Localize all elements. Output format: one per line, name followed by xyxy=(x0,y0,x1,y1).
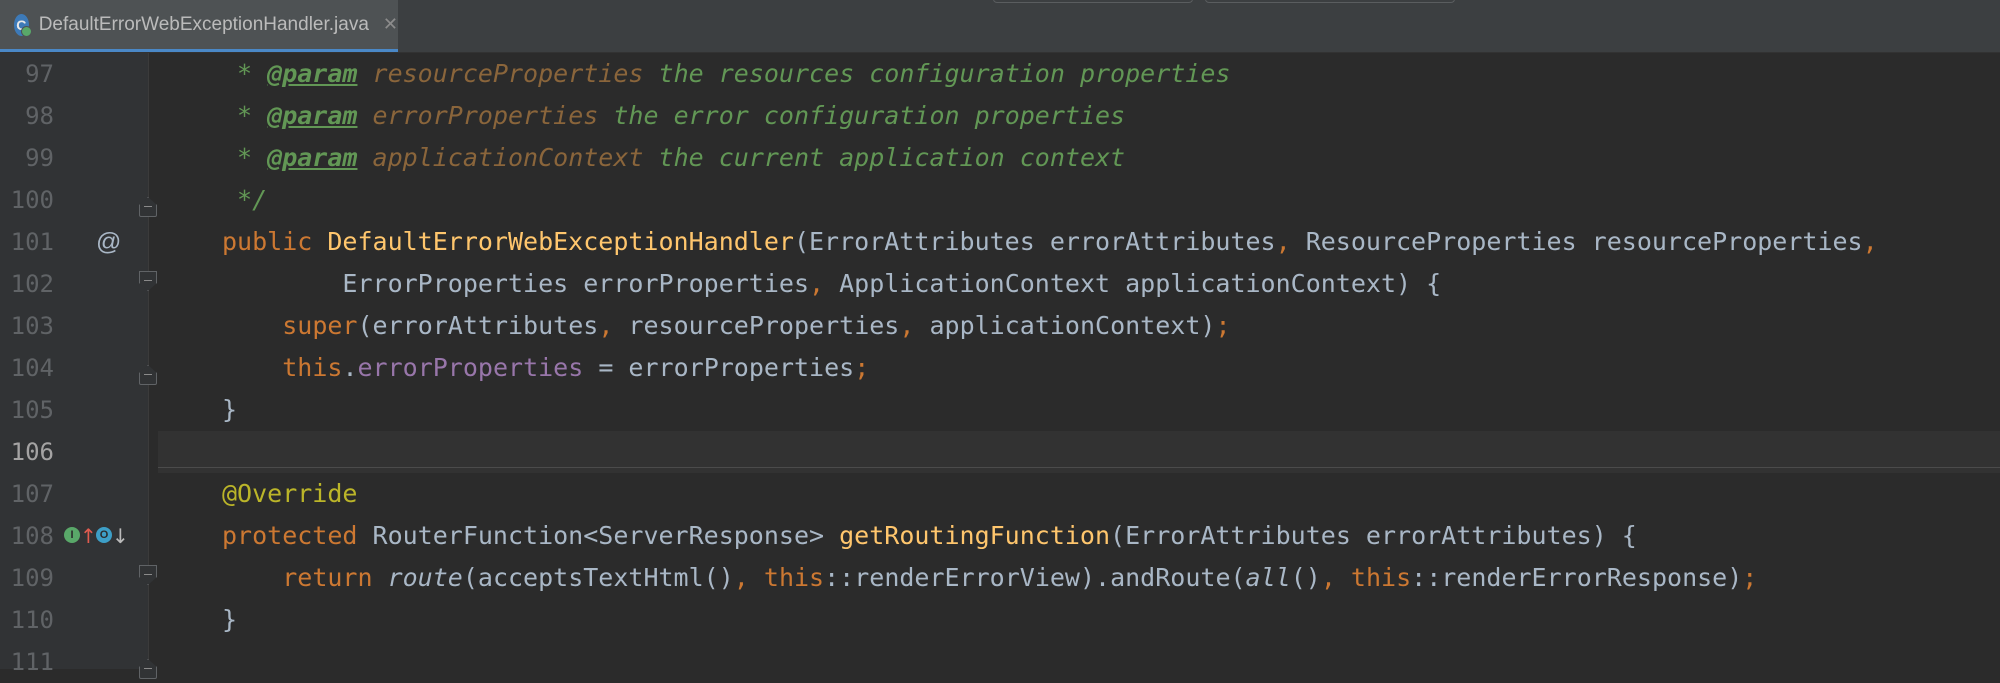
code-text: public DefaultErrorWebExceptionHandler(E… xyxy=(222,227,1878,256)
line-number: 97 xyxy=(25,60,54,88)
code-text: ErrorProperties errorProperties, Applica… xyxy=(342,269,1442,298)
code-editor[interactable]: 97 * @param resourceProperties the resou… xyxy=(0,53,2000,679)
tab-label: DefaultErrorWebExceptionHandler.java xyxy=(38,13,369,35)
code-text: * @param applicationContext the current … xyxy=(222,143,1126,172)
line-number: 98 xyxy=(25,102,54,130)
line-number: 109 xyxy=(10,564,54,592)
code-line: 104 this.errorProperties = errorProperti… xyxy=(0,347,2000,389)
overriding-method-icon[interactable]: O xyxy=(96,527,112,543)
toolbar-field[interactable] xyxy=(1205,0,1455,3)
close-icon[interactable]: ✕ xyxy=(383,14,398,35)
code-line: 99 * @param applicationContext the curre… xyxy=(0,137,2000,179)
code-text: } xyxy=(222,605,238,634)
toolbar-field[interactable] xyxy=(993,0,1193,3)
code-text: * @param resourceProperties the resource… xyxy=(222,59,1231,88)
line-number: 99 xyxy=(25,144,54,172)
code-line: 108 I ↑ O ↓ protected RouterFunction<Ser… xyxy=(0,515,2000,557)
code-text: @Override xyxy=(222,479,358,508)
code-line: 102 ErrorProperties errorProperties, App… xyxy=(0,263,2000,305)
annotation-marker-icon[interactable]: @ xyxy=(96,221,121,263)
code-line: 98 * @param errorProperties the error co… xyxy=(0,95,2000,137)
line-number: 103 xyxy=(10,312,54,340)
code-line: 103 super(errorAttributes, resourcePrope… xyxy=(0,305,2000,347)
code-line: 111 xyxy=(0,641,2000,683)
line-number: 106 xyxy=(10,438,54,466)
code-line: 97 * @param resourceProperties the resou… xyxy=(0,53,2000,95)
line-number: 105 xyxy=(10,396,54,424)
code-text: */ xyxy=(222,185,268,214)
line-number: 107 xyxy=(10,480,54,508)
java-class-icon: C xyxy=(14,13,32,37)
down-arrow-icon: ↓ xyxy=(112,524,129,548)
code-line: 110 } xyxy=(0,599,2000,641)
up-arrow-icon: ↑ xyxy=(80,524,97,548)
line-number: 102 xyxy=(10,270,54,298)
line-number: 100 xyxy=(10,186,54,214)
code-text: * @param errorProperties the error confi… xyxy=(222,101,1126,130)
line-number: 111 xyxy=(10,648,54,676)
code-line: 106 xyxy=(0,431,2000,473)
tab-default-error-web-exception-handler[interactable]: C DefaultErrorWebExceptionHandler.java ✕ xyxy=(0,0,398,52)
implementing-method-icon[interactable]: I xyxy=(64,527,80,543)
code-text: return route(acceptsTextHtml(), this::re… xyxy=(282,563,1758,592)
code-text: this.errorProperties = errorProperties; xyxy=(282,353,870,382)
code-line: 109 return route(acceptsTextHtml(), this… xyxy=(0,557,2000,599)
editor-tab-bar: C DefaultErrorWebExceptionHandler.java ✕ xyxy=(0,0,2000,53)
code-line: 100 */ xyxy=(0,179,2000,221)
line-number: 108 xyxy=(10,522,54,550)
code-text: super(errorAttributes, resourcePropertie… xyxy=(282,311,1231,340)
code-line: 105 } xyxy=(0,389,2000,431)
line-number: 104 xyxy=(10,354,54,382)
code-text: } xyxy=(222,395,238,424)
line-number: 110 xyxy=(10,606,54,634)
line-number: 101 xyxy=(10,228,54,256)
code-text: protected RouterFunction<ServerResponse>… xyxy=(222,521,1637,550)
code-line: 101 @ public DefaultErrorWebExceptionHan… xyxy=(0,221,2000,263)
code-line: 107 @Override xyxy=(0,473,2000,515)
